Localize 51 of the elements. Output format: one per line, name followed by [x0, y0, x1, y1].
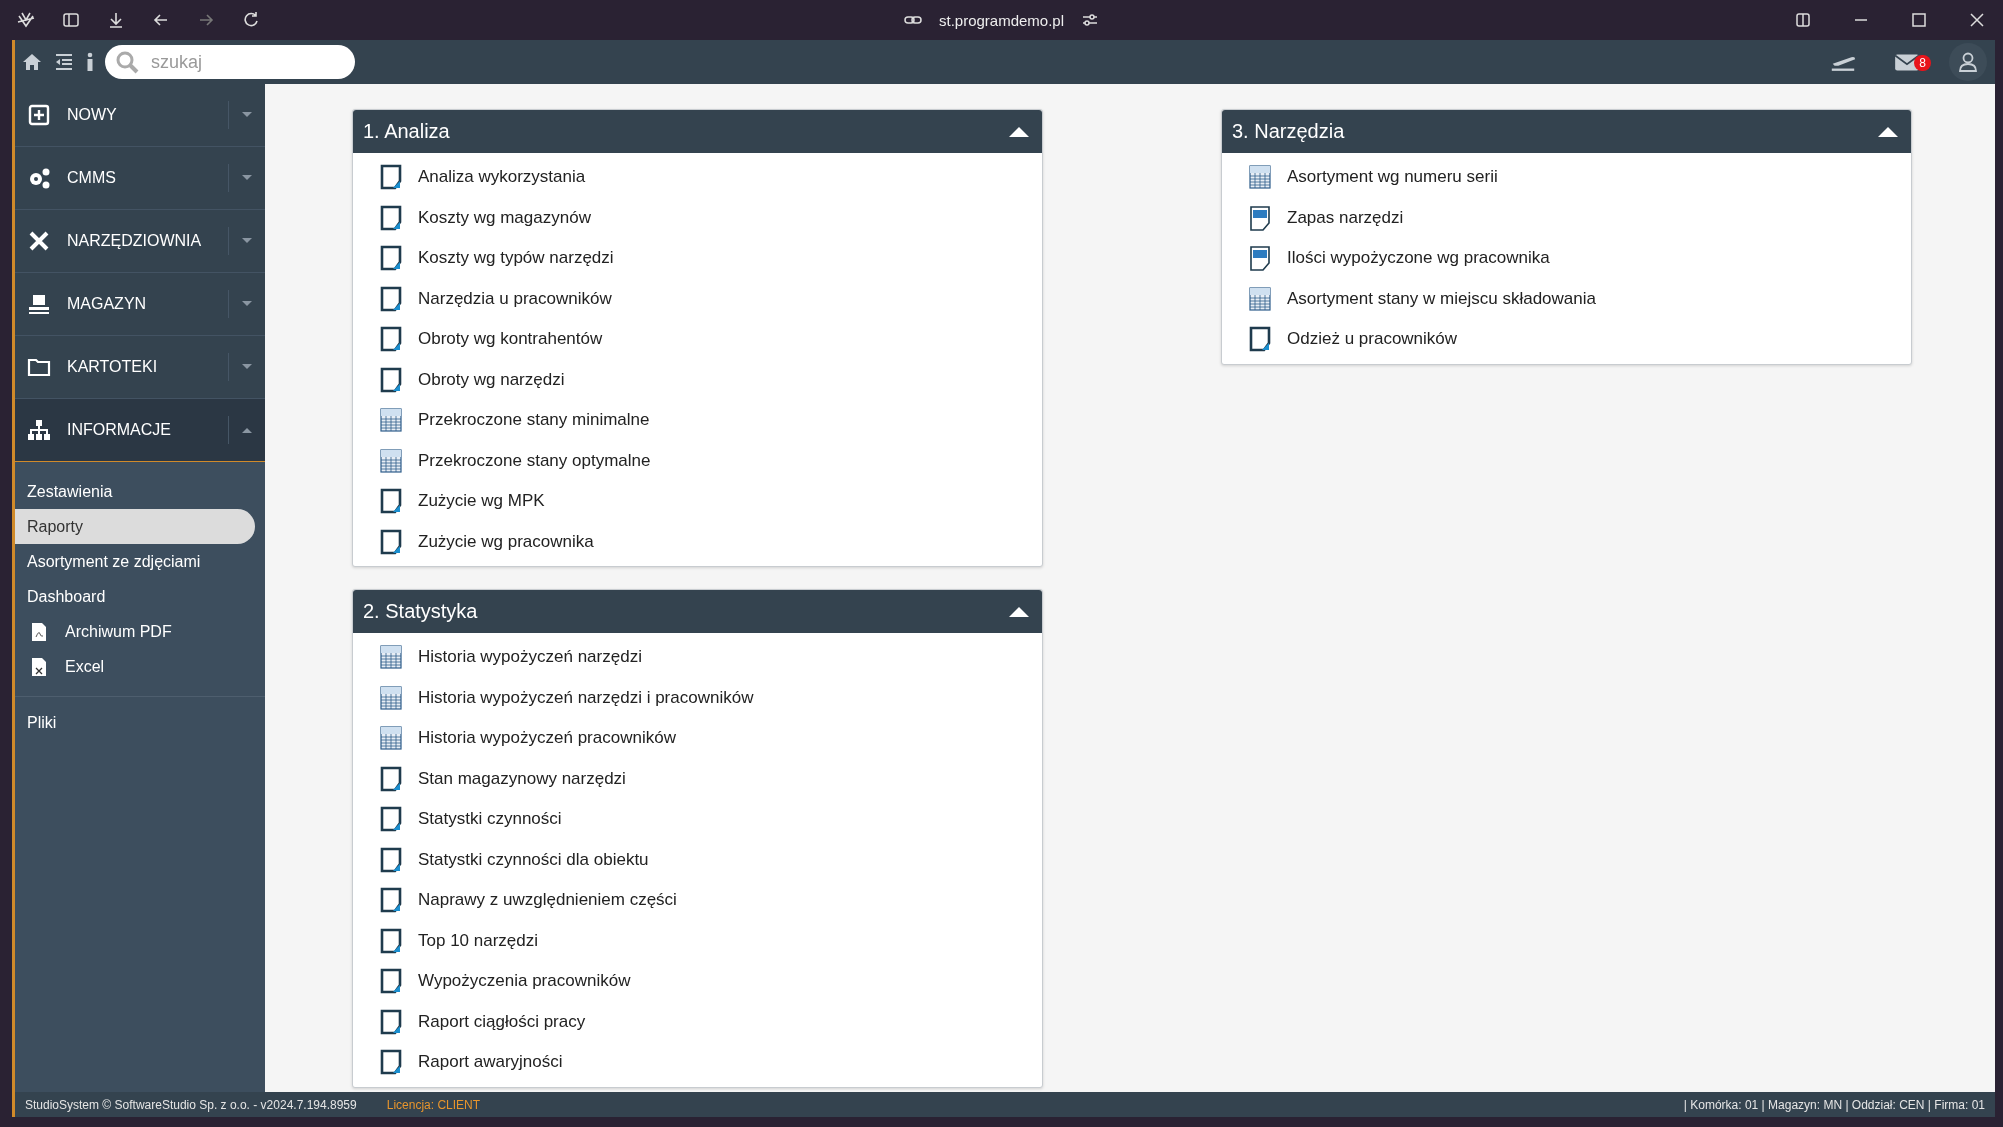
report-link[interactable]: Narzędzia u pracowników	[418, 288, 612, 309]
report-link[interactable]: Historia wypożyczeń narzędzi	[418, 647, 642, 668]
report-link[interactable]: Raport ciągłości pracy	[418, 1011, 586, 1032]
sidebar-submenu-item[interactable]: Dashboard	[15, 579, 255, 614]
report-link[interactable]: Koszty wg magazynów	[418, 207, 591, 228]
license-text: Licencja: CLIENT	[386, 1097, 481, 1112]
report-link[interactable]: Historia wypożyczeń pracowników	[418, 728, 676, 749]
sidebar-submenu-item[interactable]: Archiwum PDF	[15, 614, 255, 649]
sidebar-submenu-item[interactable]: Zestawienia	[15, 474, 255, 509]
report-link[interactable]: Statystki czynności	[418, 809, 562, 830]
report-link[interactable]: Asortyment wg numeru serii	[1287, 167, 1498, 188]
panel-header[interactable]: 1. Analiza	[353, 110, 1042, 153]
report-link[interactable]: Naprawy z uwzględnieniem części	[418, 890, 677, 911]
sidebar-menu-item[interactable]: MAGAZYN	[15, 273, 265, 336]
sidebar-menu-item[interactable]: INFORMACJE	[15, 399, 265, 462]
sidebar-menu-item[interactable]: CMMS	[15, 147, 265, 210]
report-link[interactable]: Analiza wykorzystania	[418, 167, 586, 188]
report-link[interactable]: Zapas narzędzi	[1287, 207, 1404, 228]
sidebar-menu-item[interactable]: KARTOTEKI	[15, 336, 265, 399]
copyright-text: StudioSystem © SoftwareStudio Sp. z o.o. - v2024.7.194.8959	[25, 1097, 357, 1112]
sidebar-menu-item[interactable]: NARZĘDZIOWNIA	[15, 210, 265, 273]
report-link[interactable]: Raport awaryjności	[418, 1052, 563, 1073]
panel-title: 1. Analiza	[363, 120, 451, 143]
url-text[interactable]: st.programdemo.pl	[938, 11, 1065, 29]
sidebar-submenu-item[interactable]: Pliki	[15, 705, 255, 740]
panel-title: 3. Narzędzia	[1232, 120, 1346, 143]
report-link[interactable]: Zużycie wg MPK	[418, 491, 545, 512]
report-link[interactable]: Statystki czynności dla obiektu	[418, 849, 649, 870]
report-link[interactable]: Ilości wypożyczone wg pracownika	[1287, 248, 1550, 269]
report-link[interactable]: Asortyment stany w miejscu składowania	[1287, 288, 1596, 309]
panel-title: 2. Statystyka	[363, 600, 479, 623]
mail-count-badge: 8	[1914, 55, 1931, 71]
search-field[interactable]: szukaj	[105, 45, 355, 79]
report-link[interactable]: Stan magazynowy narzędzi	[418, 768, 626, 789]
report-link[interactable]: Obroty wg kontrahentów	[418, 329, 603, 350]
report-link[interactable]: Koszty wg typów narzędzi	[418, 248, 614, 269]
report-link[interactable]: Zużycie wg pracownika	[418, 531, 594, 552]
context-info-text: | Komórka: 01 | Magazyn: MN | Oddział: CEN | Firma: 01	[1683, 1097, 1985, 1112]
sidebar-submenu-item[interactable]: Raporty	[15, 509, 255, 544]
sidebar-submenu-item[interactable]: Excel	[15, 649, 255, 684]
report-link[interactable]: Historia wypożyczeń narzędzi i pracowników	[418, 687, 754, 708]
report-link[interactable]: Przekroczone stany minimalne	[418, 410, 650, 431]
panel-header[interactable]: 2. Statystyka	[353, 590, 1042, 633]
report-link[interactable]: Wypożyczenia pracowników	[418, 971, 631, 992]
panel-header[interactable]: 3. Narzędzia	[1222, 110, 1911, 153]
report-link[interactable]: Odzież u pracowników	[1287, 329, 1458, 350]
report-link[interactable]: Przekroczone stany optymalne	[418, 450, 651, 471]
sidebar-submenu-item[interactable]: Asortyment ze zdjęciami	[15, 544, 255, 579]
report-link[interactable]: Obroty wg narzędzi	[418, 369, 565, 390]
report-link[interactable]: Top 10 narzędzi	[418, 930, 539, 951]
sidebar-menu-item[interactable]: NOWY	[15, 84, 265, 147]
